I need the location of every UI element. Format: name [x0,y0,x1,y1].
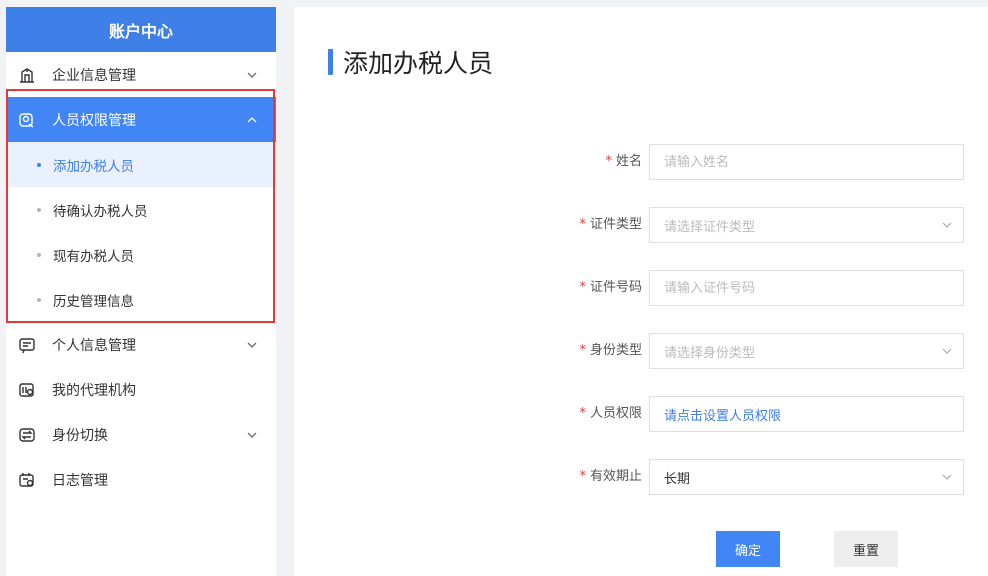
bullet-dot-icon [37,297,41,302]
sidebar-subitem-label: 添加办税人员 [53,158,134,175]
id-number-label-text: 证件号码 [589,280,642,295]
identity-type-placeholder: 请选择身份类型 [664,345,756,361]
sidebar-subitem-history-management[interactable]: 历史管理信息 [6,277,276,322]
id-type-label: * 证件类型 [579,207,642,243]
sidebar-subitem-label: 待确认办税人员 [53,203,148,220]
sidebar-subitem-current-tax-personnel[interactable]: 现有办税人员 [6,232,276,277]
permission-label: * 人员权限 [579,396,642,432]
sidebar-title: 账户中心 [6,7,276,52]
chevron-down-icon [246,69,258,81]
sidebar-item-label: 人员权限管理 [52,112,136,129]
required-mark: * [579,469,586,484]
bullet-dot-icon [37,207,41,212]
id-type-placeholder: 请选择证件类型 [664,219,756,235]
form-row-id-number: * 证件号码 [294,270,988,306]
id-number-input[interactable] [664,280,963,296]
required-mark: * [579,217,586,232]
sidebar-item-label: 企业信息管理 [52,67,136,84]
name-input[interactable] [664,154,963,170]
sidebar-item-personal-info[interactable]: 个人信息管理 [6,322,276,367]
identity-type-label: * 身份类型 [579,333,642,369]
sidebar-item-enterprise-info[interactable]: 企业信息管理 [6,52,276,97]
form-row-id-type: * 证件类型 请选择证件类型 [294,207,988,243]
sidebar-item-label: 个人信息管理 [52,337,136,354]
required-mark: * [579,406,586,421]
bullet-dot-icon [37,162,41,167]
page-title-text: 添加办税人员 [343,49,494,78]
set-permission-link[interactable]: 请点击设置人员权限 [664,405,781,424]
sidebar: 账户中心 企业信息管理 人员权限管理 添加办税人员 待确认办税人员 现有办税人员… [6,7,276,576]
confirm-button[interactable]: 确定 [716,531,780,567]
reset-button[interactable]: 重置 [834,531,898,567]
required-mark: * [579,280,586,295]
permission-label-text: 人员权限 [589,406,642,421]
sidebar-item-label: 身份切换 [52,427,108,444]
sidebar-item-my-agency[interactable]: 我的代理机构 [6,367,276,412]
validity-label: * 有效期止 [579,459,642,495]
required-mark: * [579,343,586,358]
bullet-dot-icon [37,252,41,257]
message-card-icon [18,336,36,354]
id-number-field[interactable] [649,270,964,306]
main-panel: 添加办税人员 *姓名 *证件类型 请选择证件类型 *证件号码 *身份类型 请选择… [294,7,988,576]
identity-type-select[interactable]: 请选择身份类型 [649,333,964,369]
form-row-identity-type: * 身份类型 请选择身份类型 [294,333,988,369]
chevron-down-icon [941,219,953,231]
sidebar-subitem-pending-tax-personnel[interactable]: 待确认办税人员 [6,187,276,232]
sidebar-item-label: 日志管理 [52,472,108,489]
sidebar-subitem-label: 现有办税人员 [53,248,134,265]
name-label: * 姓名 [605,144,642,180]
id-type-select[interactable]: 请选择证件类型 [649,207,964,243]
building-icon [18,66,36,84]
chevron-up-icon [246,114,258,126]
permission-field[interactable]: 请点击设置人员权限 [649,396,964,432]
identity-type-label-text: 身份类型 [589,343,642,358]
validity-label-text: 有效期止 [589,469,642,484]
chevron-down-icon [246,429,258,441]
id-number-label: * 证件号码 [579,270,642,306]
user-search-icon [18,111,36,129]
id-type-label-text: 证件类型 [589,217,642,232]
form-row-validity: * 有效期止 长期 [294,459,988,495]
sidebar-subitem-add-tax-personnel[interactable]: 添加办税人员 [6,142,276,187]
validity-value: 长期 [664,471,691,487]
switch-icon [18,426,36,444]
chevron-down-icon [246,339,258,351]
sidebar-item-label: 我的代理机构 [52,382,136,399]
sidebar-item-identity-switch[interactable]: 身份切换 [6,412,276,457]
validity-select[interactable]: 长期 [649,459,964,495]
chevron-down-icon [941,471,953,483]
agency-icon [18,381,36,399]
sidebar-item-personnel-permission[interactable]: 人员权限管理 [6,97,276,142]
calendar-log-icon [18,471,36,489]
required-mark: * [605,154,612,169]
form-row-name: * 姓名 [294,144,988,180]
name-label-text: 姓名 [615,154,642,169]
form-row-permission: * 人员权限 请点击设置人员权限 [294,396,988,432]
title-accent-bar [328,49,333,75]
chevron-down-icon [941,345,953,357]
sidebar-subitem-label: 历史管理信息 [53,293,134,310]
sidebar-item-log-management[interactable]: 日志管理 [6,457,276,502]
page-title: 添加办税人员 [328,44,493,80]
name-field[interactable] [649,144,964,180]
